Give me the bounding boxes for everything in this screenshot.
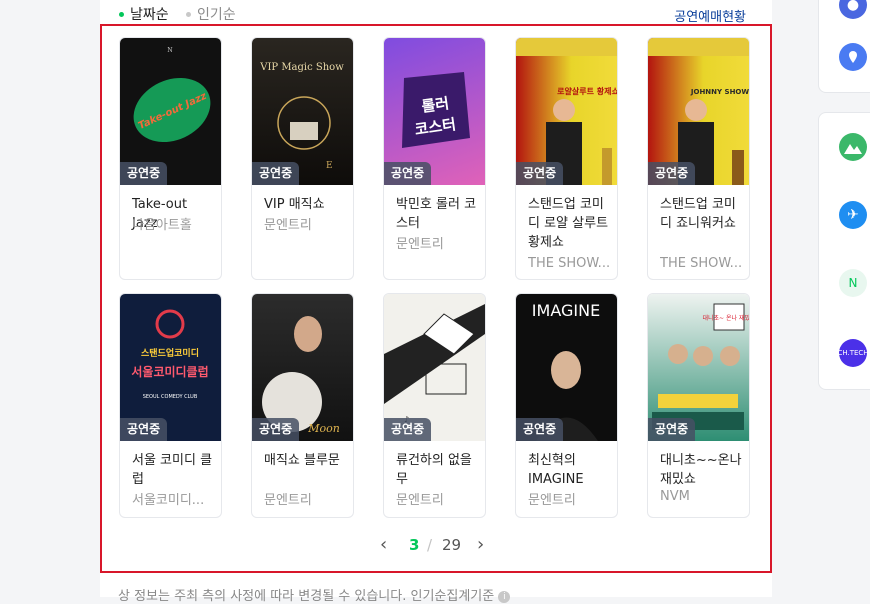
page-separator: /	[427, 536, 433, 554]
svg-text:서울코미디클럽: 서울코미디클럽	[131, 364, 208, 379]
sort-latest-tab[interactable]: 날짜순	[119, 4, 169, 24]
poster-image: JOHNNY SHOW 공연중	[648, 38, 749, 185]
next-page-button[interactable]: ›	[477, 534, 484, 555]
now-playing-badge: 공연중	[120, 418, 168, 441]
card-venue: 나음아트홀	[132, 218, 192, 233]
card-title: 대니초~~온나 재밌쇼	[660, 453, 742, 487]
card-venue: 문엔트리	[396, 493, 444, 508]
svg-text:E: E	[326, 161, 333, 171]
card-title: 매직쇼 블루문	[264, 453, 340, 468]
poster-image: N Take-out Jazz 공연중	[120, 38, 221, 185]
now-playing-badge: 공연중	[120, 162, 168, 185]
sort-popular-label: 인기순	[197, 7, 236, 23]
svg-text:롤러: 롤러	[420, 94, 450, 116]
sort-bar: 날짜순 인기순 공연예매현황	[100, 0, 772, 25]
active-dot-icon	[119, 11, 124, 17]
prev-page-button[interactable]: ‹	[380, 534, 387, 555]
poster-image: 대니초~ 온나 재밌쇼 공연중	[648, 294, 749, 441]
svg-text:SEOUL COMEDY CLUB: SEOUL COMEDY CLUB	[143, 394, 198, 400]
svg-text:스탠드업코미디: 스탠드업코미디	[141, 347, 199, 359]
performance-card[interactable]: JOHNNY SHOW 공연중 스탠드업 코미디 죠니워커쇼 THE SHOW.…	[647, 37, 750, 280]
now-playing-badge: 공연중	[252, 418, 300, 441]
card-title: 스탠드업 코미디 로얄 살루트 황제쇼	[528, 197, 609, 250]
card-venue: THE SHOW...	[660, 256, 743, 271]
sort-popular-tab[interactable]: 인기순	[186, 4, 236, 24]
poster-image: Moon 공연중	[252, 294, 353, 441]
total-pages: 29	[442, 536, 462, 554]
poster-text: JOHNNY SHOW	[690, 88, 749, 96]
now-playing-badge: 공연중	[384, 418, 432, 441]
performance-section: 날짜순 인기순 공연예매현황 N Take-out Jazz 공연중 Take-…	[100, 0, 772, 604]
airplane-icon[interactable]: ✈	[839, 201, 867, 229]
card-venue: 문엔트리	[528, 493, 576, 508]
poster-image: 로얄살루트 황제쇼 공연중	[516, 38, 617, 185]
sort-latest-label: 날짜순	[130, 7, 169, 23]
svg-text:N: N	[167, 47, 172, 54]
card-title: 류건하의 없을무	[396, 453, 472, 487]
poster-text: VIP Magic Show	[259, 62, 344, 73]
card-title: 서울 코미디 클럽	[132, 453, 213, 487]
performance-grid-box: N Take-out Jazz 공연중 Take-out Jazz 나음아트홀 …	[100, 24, 772, 573]
ch-tech-icon[interactable]: CH.TECH	[837, 339, 869, 367]
poster-image: 스탠드업코미디 서울코미디클럽 SEOUL COMEDY CLUB 공연중	[120, 294, 221, 441]
now-playing-badge: 공연중	[252, 162, 300, 185]
mountain-icon[interactable]	[839, 133, 867, 161]
performance-card[interactable]: 롤러 코스터 공연중 박민호 롤러 코스터 문엔트리	[383, 37, 486, 280]
now-playing-badge: 공연중	[384, 162, 432, 185]
booking-status-link[interactable]: 공연예매현황	[674, 6, 746, 25]
card-venue: NVM	[660, 489, 690, 504]
poster-text: Moon	[307, 422, 340, 435]
performance-card[interactable]: 스탠드업코미디 서울코미디클럽 SEOUL COMEDY CLUB 공연중 서울…	[119, 293, 222, 518]
chat-bubble-icon[interactable]: N	[839, 269, 867, 297]
performance-card[interactable]: Moon 공연중 매직쇼 블루문 문엔트리	[251, 293, 354, 518]
performance-card[interactable]: VIP Magic Show E 공연중 VIP 매직쇼 문엔트리	[251, 37, 354, 280]
performance-card[interactable]: 로얄살루트 황제쇼 공연중 스탠드업 코미디 로얄 살루트 황제쇼 THE SH…	[515, 37, 618, 280]
card-title: 박민호 롤러 코스터	[396, 197, 477, 231]
inactive-dot-icon	[186, 11, 191, 17]
poster-image: IMAGINE 공연중	[516, 294, 617, 441]
location-pin-icon[interactable]	[839, 43, 867, 71]
now-playing-badge: 공연중	[516, 162, 564, 185]
card-venue: 문엔트리	[264, 493, 312, 508]
card-title: VIP 매직쇼	[264, 197, 325, 212]
card-venue: THE SHOW...	[528, 256, 611, 271]
now-playing-badge: 공연중	[648, 418, 696, 441]
card-title: 스탠드업 코미디 죠니워커쇼	[660, 197, 736, 231]
performance-card[interactable]: N Take-out Jazz 공연중 Take-out Jazz 나음아트홀	[119, 37, 222, 280]
poster-image: VIP Magic Show E 공연중	[252, 38, 353, 185]
card-venue: 서울코미디...	[132, 493, 205, 508]
now-playing-badge: 공연중	[516, 418, 564, 441]
performance-card[interactable]: 대니초~ 온나 재밌쇼 공연중 대니초~~온나 재밌쇼 NVM	[647, 293, 750, 518]
current-page: 3	[409, 536, 420, 554]
side-panel-apps: ✈ N CH.TECH	[818, 112, 870, 390]
user-icon[interactable]: ●	[839, 0, 867, 19]
card-venue: 문엔트리	[264, 218, 312, 233]
card-title: 최신혁의 IMAGINE	[528, 453, 584, 487]
card-venue: 문엔트리	[396, 237, 444, 252]
performance-card[interactable]: ♪ 공연중 류건하의 없을무 문엔트리	[383, 293, 486, 518]
poster-text: 대니초~ 온나 재밌쇼	[702, 314, 749, 322]
performance-card[interactable]: IMAGINE 공연중 최신혁의 IMAGINE 문엔트리	[515, 293, 618, 518]
pagination: ‹ 3 / 29 ›	[102, 534, 770, 558]
poster-image: 롤러 코스터 공연중	[384, 38, 485, 185]
poster-text: IMAGINE	[532, 301, 600, 320]
now-playing-badge: 공연중	[648, 162, 696, 185]
poster-image: ♪ 공연중	[384, 294, 485, 441]
side-panel-top: ●	[818, 0, 870, 93]
poster-text: 로얄살루트 황제쇼	[557, 86, 617, 96]
footnote: 상 정보는 주최 측의 사정에 따라 변경될 수 있습니다. 인기순집계기준 i	[118, 585, 511, 604]
